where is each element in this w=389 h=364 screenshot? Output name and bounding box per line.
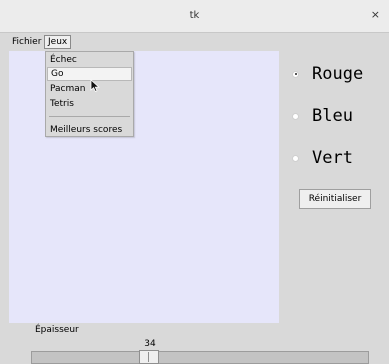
close-icon[interactable]: × (371, 8, 380, 21)
window-title: tk (189, 10, 200, 21)
radio-rouge[interactable]: Rouge (292, 63, 363, 85)
menu-item-echec[interactable]: Échec (47, 53, 132, 67)
radio-unselected-icon (292, 112, 299, 120)
thickness-label: Épaisseur (35, 325, 79, 335)
radio-rouge-label: Rouge (312, 64, 364, 84)
jeux-dropdown-menu: Échec Go Pacman Tetris Meilleurs scores (45, 51, 134, 137)
radio-vert-label: Vert (312, 148, 353, 168)
radio-bleu-label: Bleu (312, 106, 353, 126)
menu-item-tetris[interactable]: Tetris (47, 97, 132, 111)
radio-unselected-icon (292, 154, 299, 162)
mouse-pointer-icon (90, 79, 100, 93)
reset-button[interactable]: Réinitialiser (299, 189, 371, 209)
thickness-slider-trough[interactable] (31, 351, 369, 364)
menubar: Fichier Jeux (0, 33, 389, 51)
window-titlebar: tk × (0, 0, 389, 33)
thickness-slider-thumb[interactable] (139, 350, 159, 364)
menu-item-meilleurs-scores[interactable]: Meilleurs scores (47, 123, 132, 137)
menu-separator (49, 116, 130, 117)
radio-bleu[interactable]: Bleu (292, 105, 353, 127)
menu-fichier[interactable]: Fichier (9, 35, 44, 49)
radio-selected-icon (292, 70, 299, 78)
thickness-value: 34 (144, 339, 156, 349)
radio-vert[interactable]: Vert (292, 147, 353, 169)
menu-jeux[interactable]: Jeux (44, 35, 72, 49)
